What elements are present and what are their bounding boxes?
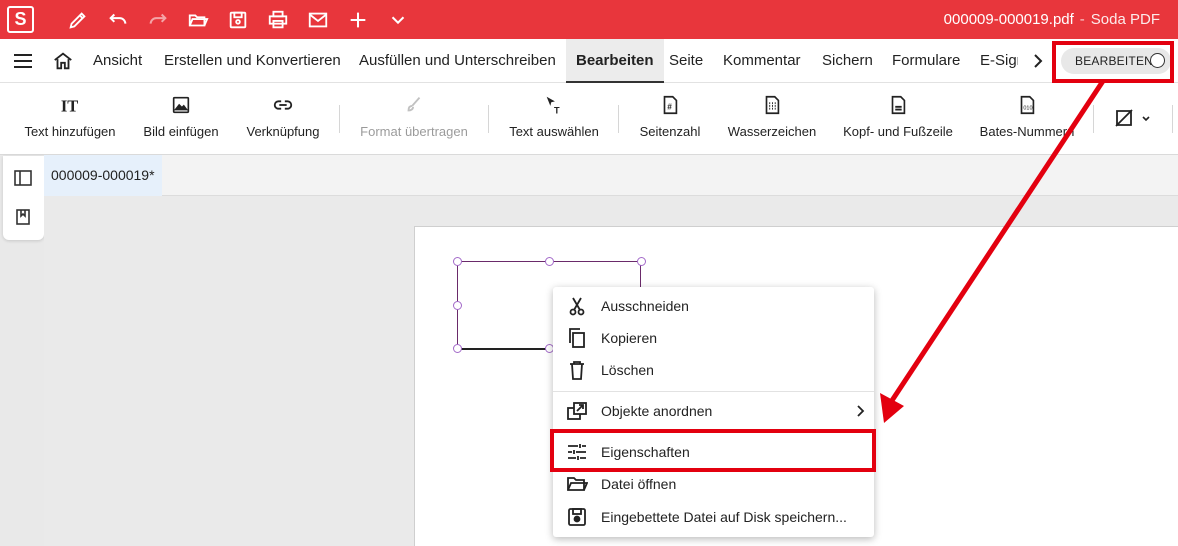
- annotation-arrow: [880, 79, 1106, 423]
- soda-pdf-window: S 000009-000019.pdf - Soda PDF Ansicht E…: [0, 0, 1178, 546]
